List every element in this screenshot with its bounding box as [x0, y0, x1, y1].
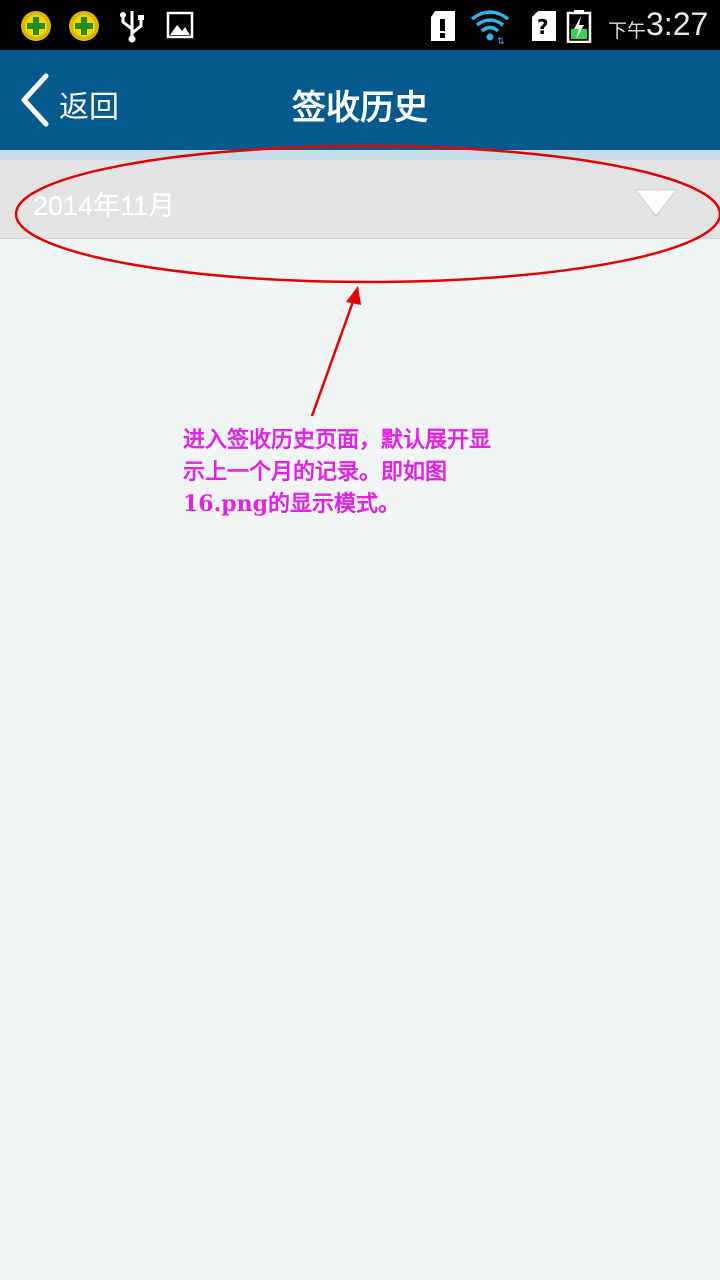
annotation-overlay	[14, 144, 720, 417]
annotation-line: 进入签收历史页面，默认展开显	[183, 427, 492, 453]
annotation-line: 示上一个月的记录。即如图	[183, 459, 448, 485]
annotation-arrow	[310, 295, 357, 417]
annotation-arrowhead	[346, 286, 361, 305]
annotation-note: 进入签收历史页面，默认展开显 示上一个月的记录。即如图 16.png的显示模式。	[183, 424, 563, 520]
highlight-ellipse	[14, 144, 720, 284]
annotation-line: 16.png的显示模式。	[183, 491, 401, 517]
